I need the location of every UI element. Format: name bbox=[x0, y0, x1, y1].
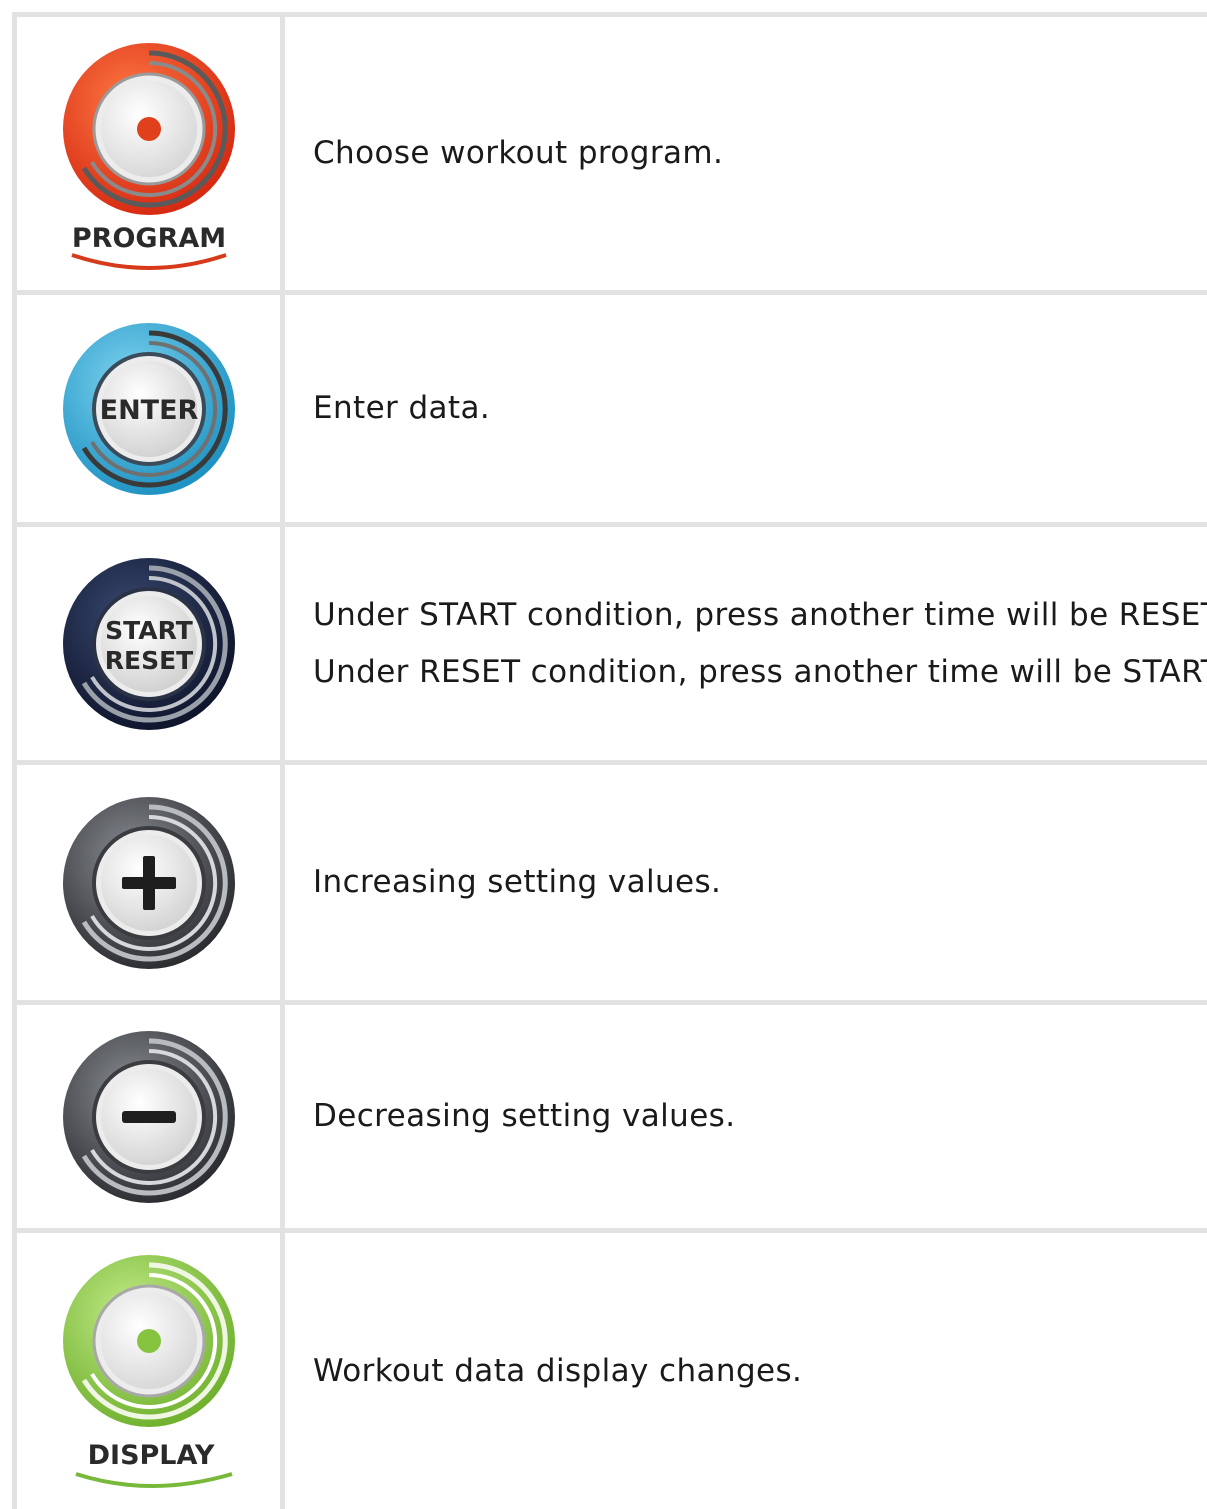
display-label: DISPLAY bbox=[87, 1440, 214, 1471]
description-text: Under RESET condition, press another tim… bbox=[313, 653, 1207, 690]
enter-button-icon: ENTER bbox=[62, 322, 235, 495]
start-label: START bbox=[105, 616, 193, 645]
display-button-icon: DISPLAY bbox=[62, 1255, 235, 1488]
description-text: Enter data. bbox=[313, 390, 491, 426]
description-cell: Increasing setting values. bbox=[285, 765, 1207, 1000]
icon-cell: START RESET bbox=[17, 527, 285, 760]
program-button-icon: PROGRAM bbox=[62, 42, 235, 270]
description-cell: Workout data display changes. bbox=[285, 1233, 1207, 1509]
minus-button-icon bbox=[62, 1030, 235, 1203]
description-text: Under START condition, press another tim… bbox=[313, 596, 1207, 633]
description-text: Workout data display changes. bbox=[313, 1352, 803, 1389]
enter-label: ENTER bbox=[99, 395, 198, 426]
table-row: DISPLAY Workout data display changes. bbox=[17, 1233, 1207, 1509]
description-cell: Enter data. bbox=[285, 295, 1207, 522]
table-row: Decreasing setting values. bbox=[17, 1005, 1207, 1233]
icon-cell: ENTER bbox=[17, 295, 285, 522]
icon-cell: PROGRAM bbox=[17, 17, 285, 290]
description-cell: Decreasing setting values. bbox=[285, 1005, 1207, 1228]
icon-cell bbox=[17, 1005, 285, 1228]
table-row: START RESET Under START condition, press… bbox=[17, 527, 1207, 765]
program-label: PROGRAM bbox=[71, 223, 225, 254]
table-row: Increasing setting values. bbox=[17, 765, 1207, 1005]
icon-cell bbox=[17, 765, 285, 1000]
table-row: ENTER Enter data. bbox=[17, 295, 1207, 527]
table-row: PROGRAM Choose workout program. bbox=[17, 17, 1207, 295]
start-reset-button-icon: START RESET bbox=[62, 557, 235, 730]
description-text: Increasing setting values. bbox=[313, 864, 722, 900]
description-cell: Choose workout program. bbox=[285, 17, 1207, 290]
description-text: Choose workout program. bbox=[313, 135, 724, 171]
description-text: Decreasing setting values. bbox=[313, 1098, 736, 1134]
icon-cell: DISPLAY bbox=[17, 1233, 285, 1509]
plus-button-icon bbox=[62, 796, 235, 969]
reset-label: RESET bbox=[104, 646, 192, 675]
description-cell: Under START condition, press another tim… bbox=[285, 527, 1207, 760]
button-function-table: PROGRAM Choose workout program. ENTER En… bbox=[12, 12, 1207, 1509]
